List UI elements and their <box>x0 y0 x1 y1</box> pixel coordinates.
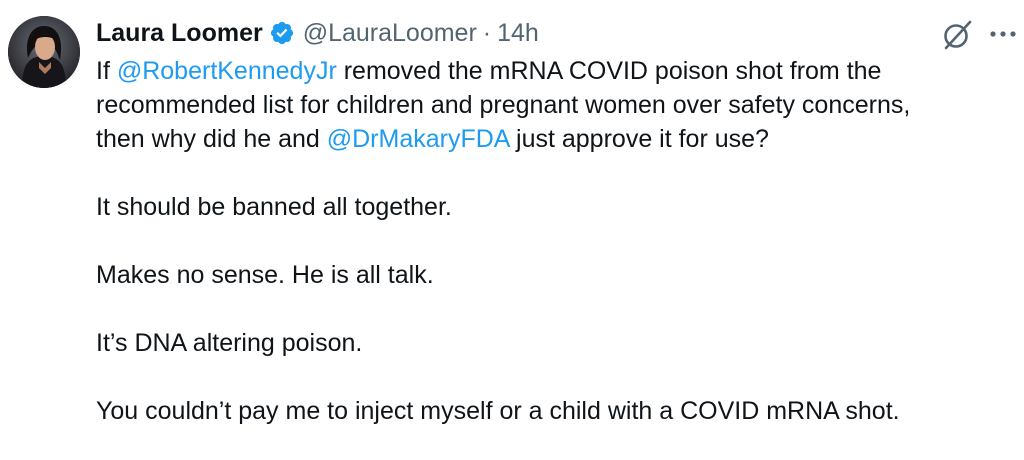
tweet-line: If @RobertKennedyJr removed the mRNA COV… <box>96 54 1011 88</box>
mention-link[interactable]: @RobertKennedyJr <box>117 57 337 85</box>
tweet-text-fragment: just approve it for use? <box>509 125 769 153</box>
author-handle[interactable]: @LauraLoomer <box>303 16 477 50</box>
avatar[interactable] <box>8 16 80 88</box>
tweet: Laura Loomer @LauraLoomer · 14h If @Robe… <box>0 0 1024 460</box>
tweet-text-fragment: removed the mRNA COVID poison shot from … <box>336 57 882 85</box>
header-separator: · <box>482 19 492 47</box>
tweet-paragraph: It’s DNA altering poison. <box>96 329 363 357</box>
tweet-line: recommended list for children and pregna… <box>96 91 911 119</box>
tweet-paragraph: Makes no sense. He is all talk. <box>96 261 434 289</box>
author-display-name[interactable]: Laura Loomer <box>96 16 263 50</box>
tweet-text-fragment: If <box>96 57 117 85</box>
tweet-timestamp[interactable]: 14h <box>497 16 539 50</box>
mention-link[interactable]: @DrMakaryFDA <box>327 125 509 153</box>
avatar-image <box>8 16 80 88</box>
verified-badge-icon <box>270 21 293 45</box>
tweet-paragraph: It should be banned all together. <box>96 193 452 221</box>
more-options-icon[interactable] <box>988 22 1018 46</box>
tweet-text: If @RobertKennedyJr removed the mRNA COV… <box>96 54 1011 428</box>
tweet-line: then why did he and @DrMakaryFDA just ap… <box>96 122 1011 156</box>
tweet-text-fragment: then why did he and <box>96 125 327 153</box>
tweet-header: Laura Loomer @LauraLoomer · 14h <box>96 16 539 50</box>
tweet-paragraph: You couldn’t pay me to inject myself or … <box>96 397 900 425</box>
grok-icon[interactable] <box>940 18 974 52</box>
